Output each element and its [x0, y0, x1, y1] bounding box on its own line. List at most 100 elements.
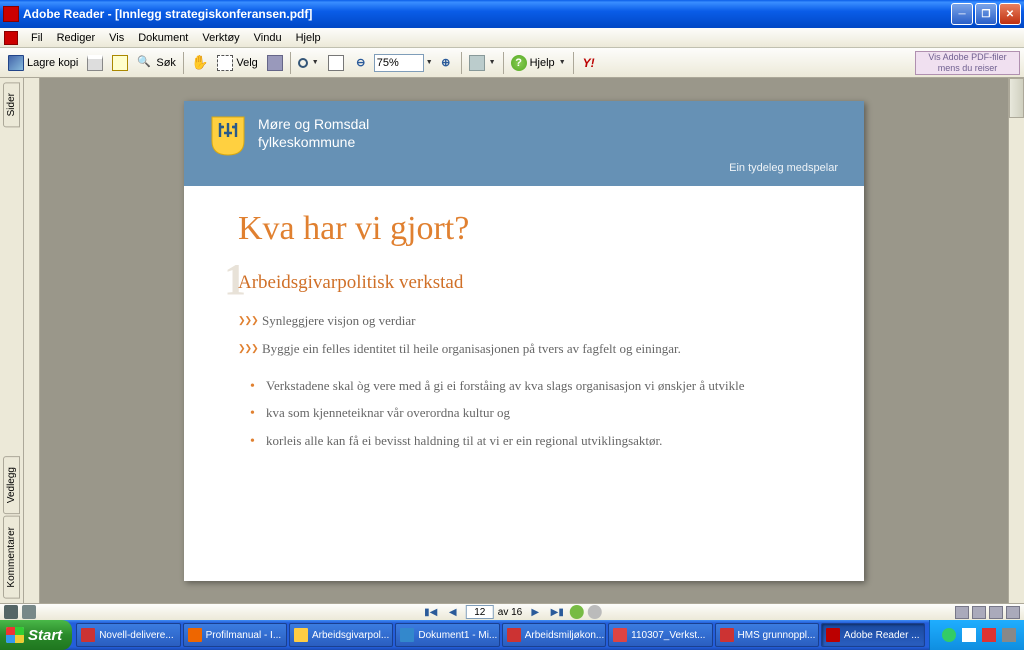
book-icon [469, 55, 485, 71]
page-number-input[interactable] [466, 605, 494, 619]
crest-icon [210, 115, 246, 157]
menu-document[interactable]: Dokument [131, 30, 195, 46]
plus-icon: ⊕ [441, 56, 450, 69]
tab-comments[interactable]: Kommentarer [3, 516, 20, 599]
toolbar: Lagre kopi 🔍 Søk ✋ Velg ▼ ⊖ ▼ ⊕ ▼ ? Hjel… [0, 48, 1024, 78]
close-button[interactable]: ✕ [999, 3, 1021, 25]
pdf-page: Møre og Romsdal fylkeskommune Ein tydele… [184, 101, 864, 581]
maximize-button[interactable]: ❐ [975, 3, 997, 25]
zoom-out-minus-button[interactable]: ⊖ [349, 51, 373, 75]
zoom-icon [298, 58, 308, 68]
menu-view[interactable]: Vis [102, 30, 131, 46]
menu-help[interactable]: Hjelp [289, 30, 328, 46]
continuous-view-button[interactable] [972, 606, 986, 619]
org-name: Møre og Romsdal fylkeskommune [258, 115, 369, 151]
list-item: kva som kjenneteiknar vår overordna kult… [250, 403, 810, 423]
org-line1: Møre og Romsdal [258, 115, 369, 133]
menu-edit[interactable]: Rediger [50, 30, 103, 46]
list-item: Byggje ein felles identitet til heile or… [238, 340, 810, 358]
select-label: Velg [236, 57, 257, 69]
task-item[interactable]: Novell-delivere... [76, 623, 180, 647]
start-button[interactable]: Start [0, 620, 72, 650]
page-total-label: av 16 [498, 607, 522, 618]
zoom-combo[interactable] [374, 54, 424, 72]
chevron-down-icon: ▼ [559, 59, 566, 66]
cont-facing-view-button[interactable] [1006, 606, 1020, 619]
list-item: korleis alle kan få ei bevisst haldning … [250, 431, 810, 451]
save-copy-label: Lagre kopi [27, 57, 78, 69]
email-button[interactable] [108, 51, 132, 75]
chevron-down-icon: ▼ [489, 59, 496, 66]
separator [290, 52, 291, 74]
reading-mode-button[interactable]: ▼ [465, 51, 500, 75]
task-item[interactable]: Arbeidsmiljøkon... [502, 623, 606, 647]
yahoo-button[interactable]: Y! [577, 51, 601, 75]
separator [183, 52, 184, 74]
floppy-icon [8, 55, 24, 71]
page-size-icon[interactable] [4, 605, 18, 619]
menu-bar: Fil Rediger Vis Dokument Verktøy Vindu H… [0, 28, 1024, 48]
task-items: Novell-delivere... Profilmanual - I... A… [72, 620, 929, 650]
first-page-button[interactable]: ▮◀ [422, 605, 440, 619]
list-item: Verkstadene skal òg vere med å gi ei for… [250, 376, 810, 396]
help-label: Hjelp [530, 57, 555, 69]
task-item[interactable]: HMS grunnoppl... [715, 623, 819, 647]
nav-back-button[interactable] [588, 605, 602, 619]
facing-view-button[interactable] [989, 606, 1003, 619]
last-page-button[interactable]: ▶▮ [548, 605, 566, 619]
task-item-active[interactable]: Adobe Reader ... [821, 623, 925, 647]
tab-attachments[interactable]: Vedlegg [3, 456, 20, 514]
task-item[interactable]: 110307_Verkst... [608, 623, 712, 647]
task-item[interactable]: Arbeidsgivarpol... [289, 623, 393, 647]
printer-icon [87, 55, 103, 71]
promo-line2: mens du reiser [916, 63, 1019, 73]
task-item[interactable]: Dokument1 - Mi... [395, 623, 499, 647]
zoom-in-button[interactable]: ▼ [294, 51, 323, 75]
zoom-in-plus-button[interactable]: ⊕ [434, 51, 458, 75]
binoculars-icon: 🔍 [137, 55, 153, 71]
zoom-actual-button[interactable] [324, 51, 348, 75]
content-area: Sider Vedlegg Kommentarer Møre og Romsda… [0, 78, 1024, 603]
list-item: Synleggjere visjon og verdiar [238, 312, 810, 330]
prev-page-button[interactable]: ◀ [444, 605, 462, 619]
document-viewport[interactable]: Møre og Romsdal fylkeskommune Ein tydele… [40, 78, 1008, 603]
help-button[interactable]: ? Hjelp ▼ [507, 51, 570, 75]
menu-file[interactable]: Fil [24, 30, 50, 46]
side-tabs: Sider Vedlegg Kommentarer [0, 78, 24, 603]
task-item[interactable]: Profilmanual - I... [183, 623, 287, 647]
snapshot-button[interactable] [263, 51, 287, 75]
layout-icon[interactable] [22, 605, 36, 619]
hand-tool-button[interactable]: ✋ [187, 51, 212, 75]
separator [503, 52, 504, 74]
tagline: Ein tydeleg medspelar [729, 162, 838, 174]
promo-banner[interactable]: Vis Adobe PDF-filer mens du reiser [915, 51, 1020, 75]
windows-flag-icon [6, 627, 24, 643]
camera-icon [267, 55, 283, 71]
slide-body: Kva har vi gjort? 1 Arbeidsgivarpolitisk… [184, 186, 864, 483]
single-page-view-button[interactable] [955, 606, 969, 619]
scrollbar-vertical[interactable] [1008, 78, 1024, 603]
start-label: Start [28, 627, 62, 644]
subtitle-wrap: 1 Arbeidsgivarpolitisk verkstad [238, 272, 810, 294]
slide-header: Møre og Romsdal fylkeskommune Ein tydele… [184, 101, 864, 186]
search-label: Søk [156, 57, 176, 69]
chevron-down-icon[interactable]: ▼ [426, 59, 433, 66]
taskbar: Start Novell-delivere... Profilmanual - … [0, 620, 1024, 650]
scroll-thumb[interactable] [1009, 78, 1024, 118]
next-page-button[interactable]: ▶ [526, 605, 544, 619]
help-icon: ? [511, 55, 527, 71]
search-button[interactable]: 🔍 Søk [133, 51, 180, 75]
select-tool-button[interactable]: Velg [213, 51, 261, 75]
nav-forward-button[interactable] [570, 605, 584, 619]
view-mode-icons [955, 606, 1020, 619]
text-select-icon [217, 55, 233, 71]
org-line2: fylkeskommune [258, 133, 369, 151]
separator [461, 52, 462, 74]
print-button[interactable] [83, 51, 107, 75]
menu-window[interactable]: Vindu [247, 30, 289, 46]
save-copy-button[interactable]: Lagre kopi [4, 51, 82, 75]
envelope-icon [112, 55, 128, 71]
minimize-button[interactable]: ─ [951, 3, 973, 25]
menu-tools[interactable]: Verktøy [195, 30, 246, 46]
tab-pages[interactable]: Sider [3, 82, 20, 127]
